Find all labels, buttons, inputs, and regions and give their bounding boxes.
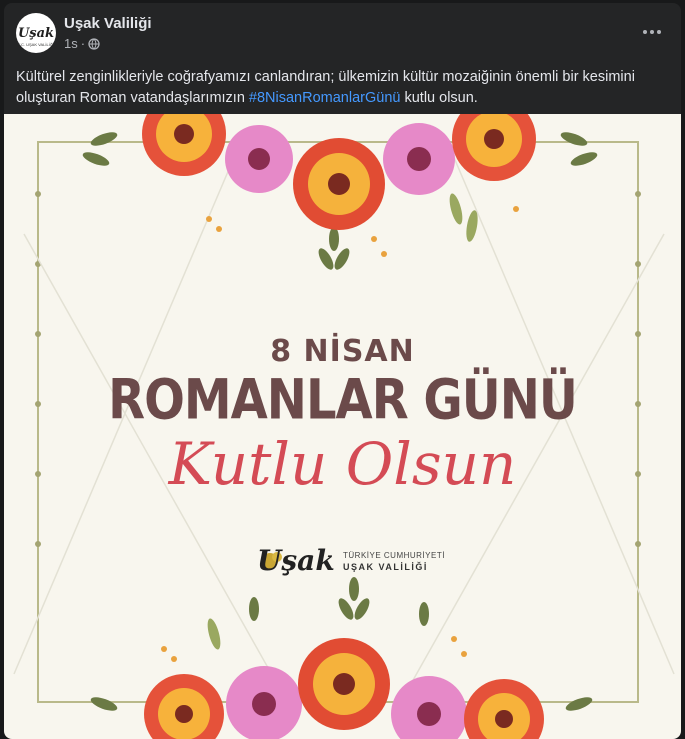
post-time-link[interactable]: 1s: [64, 36, 78, 51]
brand-logo: Uşak: [257, 544, 335, 577]
hashtag-link[interactable]: #8NisanRomanlarGünü: [249, 90, 401, 106]
post-card: Uşak T.C. UŞAK VALİLİĞİ Uşak Valiliği 1s…: [4, 3, 681, 739]
post-header: Uşak T.C. UŞAK VALİLİĞİ Uşak Valiliği 1s…: [4, 3, 681, 59]
card-title-main: ROMANLAR GÜNÜ: [108, 367, 578, 433]
card-title-date: 8 NİSAN: [270, 334, 415, 369]
meta-separator: ·: [80, 36, 86, 51]
card-script-text: Kutlu Olsun: [168, 430, 517, 498]
post-text: Kültürel zenginlikleriyle coğrafyamızı c…: [16, 67, 669, 109]
brand-block: Uşak TÜRKİYE CUMHURİYETİ UŞAK VALİLİĞİ: [257, 544, 457, 584]
brand-country: TÜRKİYE CUMHURİYETİ: [343, 551, 445, 560]
avatar[interactable]: Uşak T.C. UŞAK VALİLİĞİ: [16, 13, 56, 53]
post-meta: 1s ·: [64, 36, 100, 51]
more-options-icon: [643, 30, 661, 34]
avatar-logo-text: Uşak: [17, 25, 55, 41]
globe-icon[interactable]: [88, 37, 100, 50]
brand-office: UŞAK VALİLİĞİ: [343, 562, 428, 572]
avatar-logo-subtext: T.C. UŞAK VALİLİĞİ: [17, 42, 55, 47]
post-text-end: kutlu olsun.: [400, 90, 478, 106]
post-image[interactable]: 8 NİSAN ROMANLAR GÜNÜ Kutlu Olsun Uşak T…: [4, 114, 681, 739]
more-options-button[interactable]: [637, 17, 667, 47]
page-name-link[interactable]: Uşak Valiliği: [64, 15, 152, 32]
